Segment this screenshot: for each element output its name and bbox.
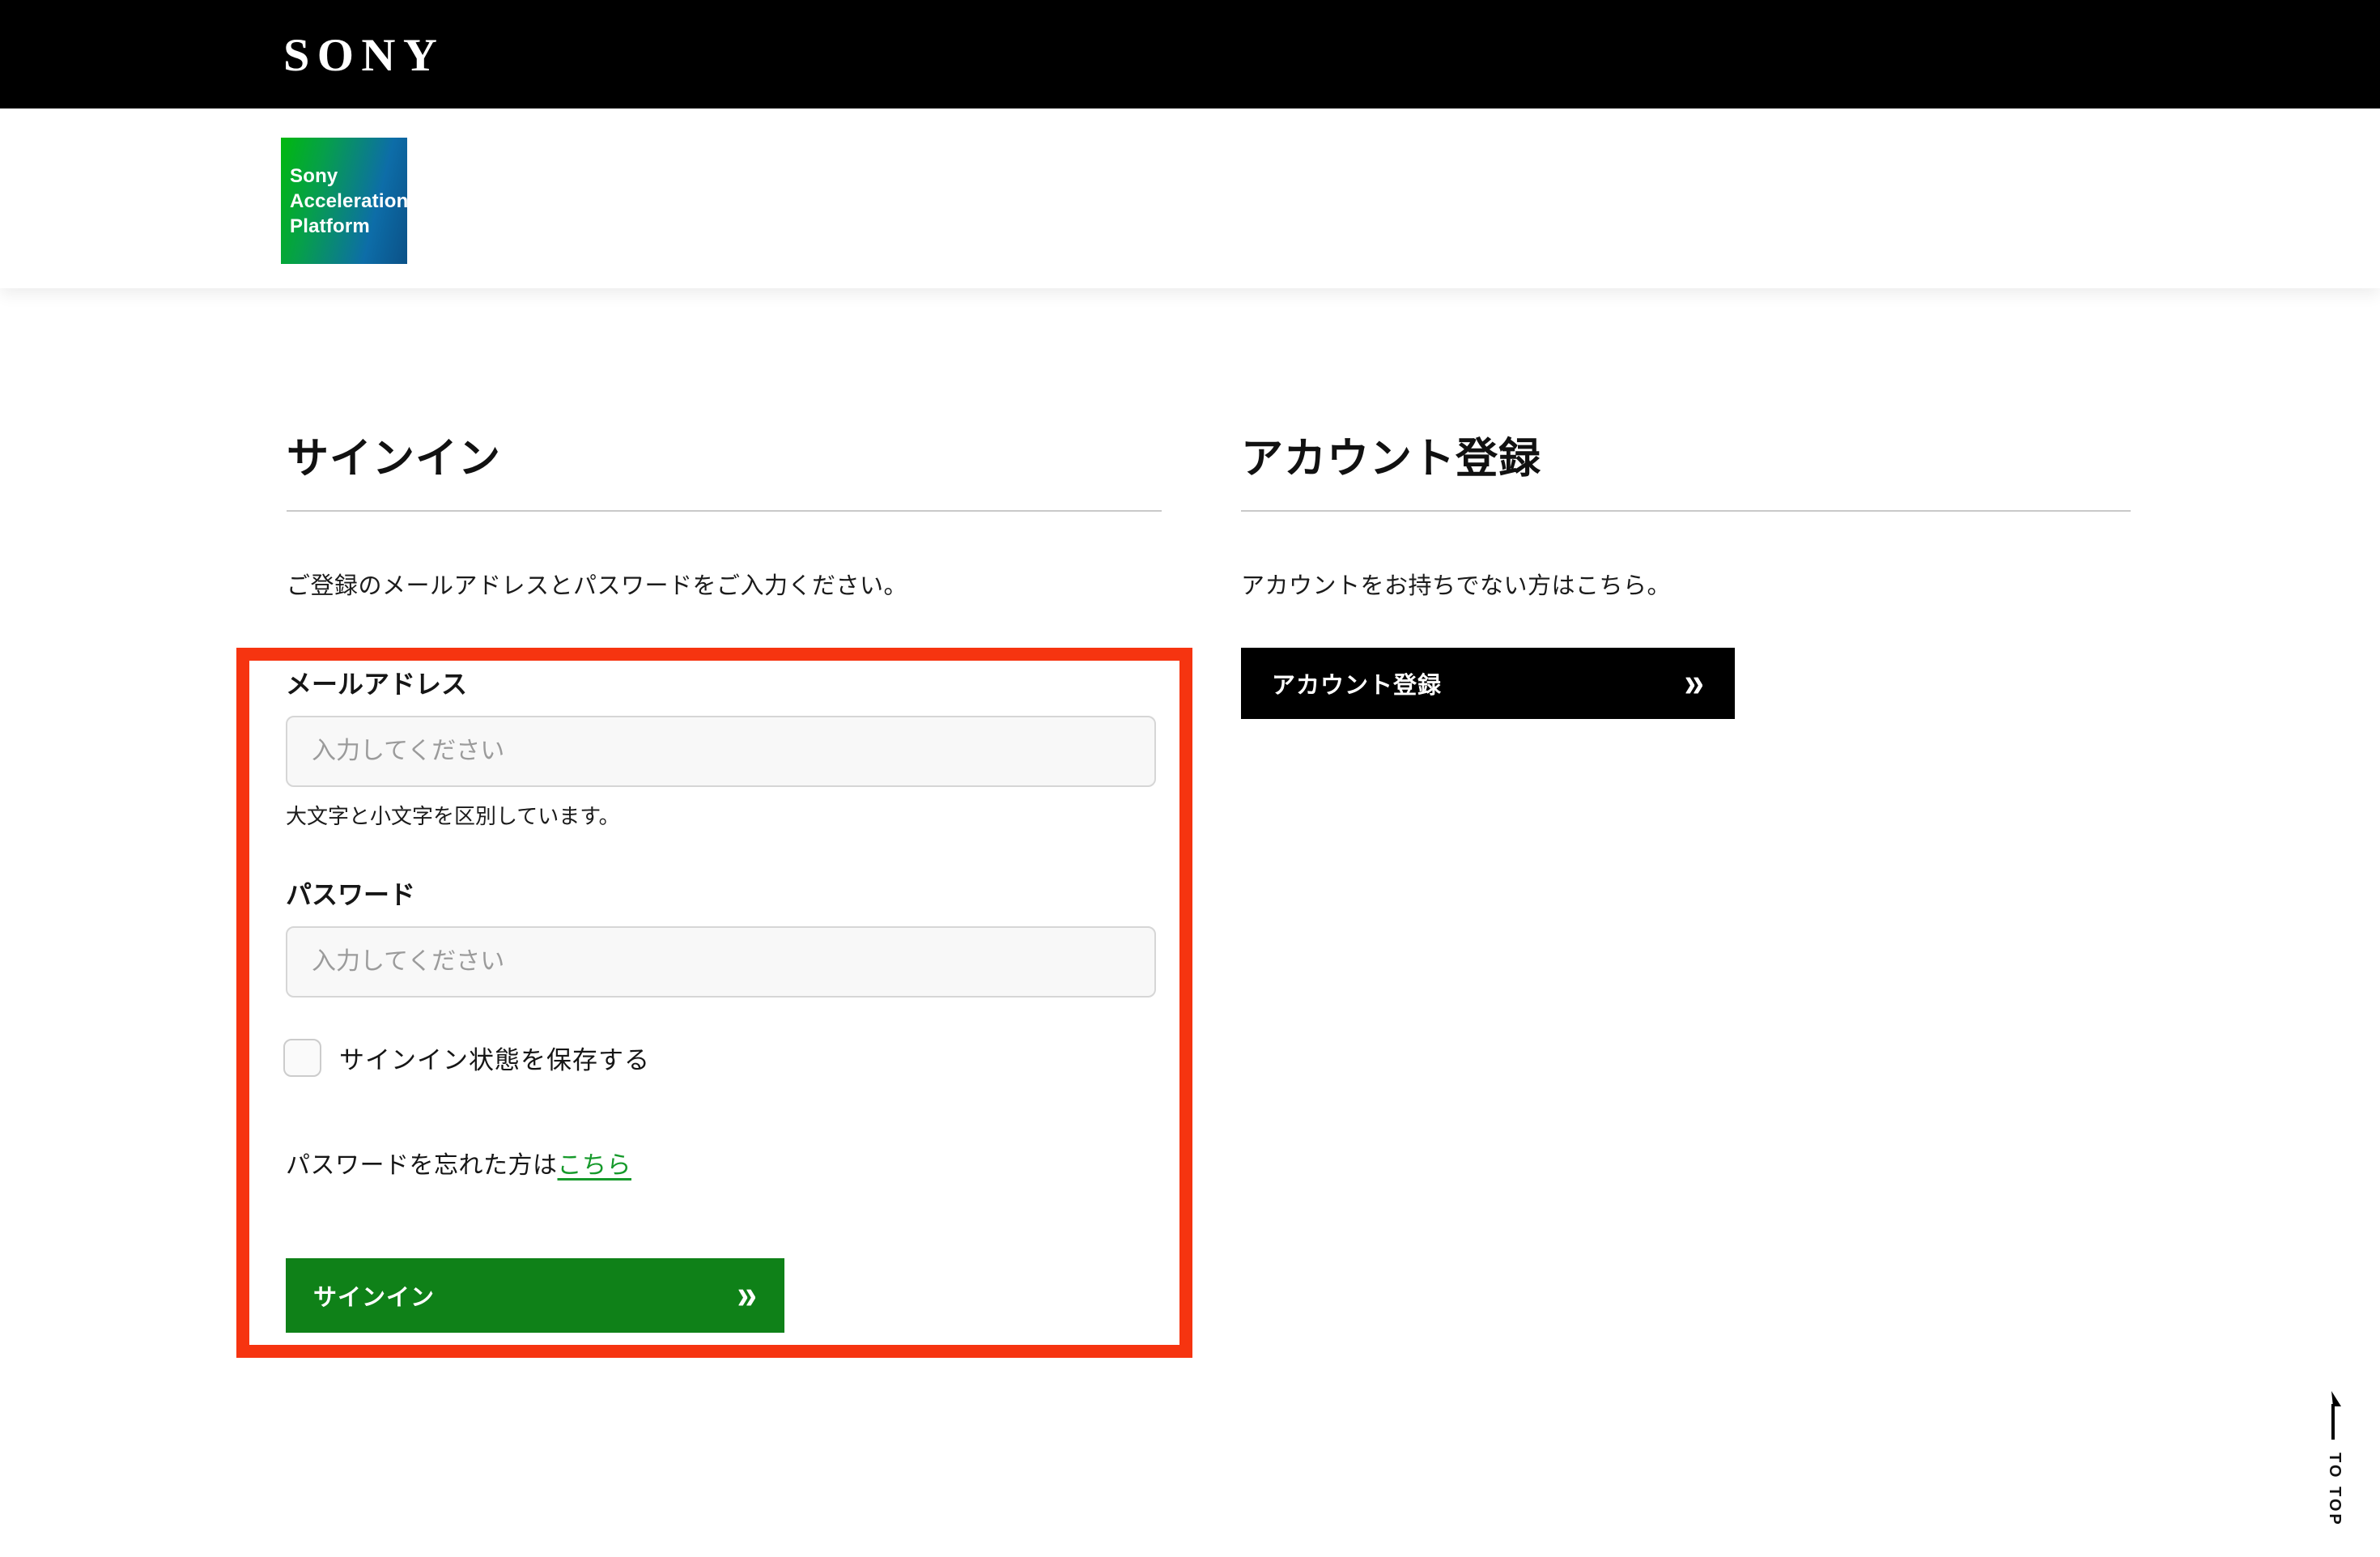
- password-field[interactable]: [286, 926, 1156, 998]
- register-button-label: アカウント登録: [1272, 666, 1442, 700]
- to-top-label: TO TOP: [2325, 1453, 2344, 1527]
- signin-button-label: サインイン: [313, 1278, 435, 1312]
- email-field[interactable]: [286, 716, 1156, 787]
- remember-me-row: サインイン状態を保存する: [283, 1039, 650, 1077]
- signin-intro: ご登録のメールアドレスとパスワードをご入力ください。: [287, 567, 907, 601]
- double-chevron-right-icon: »: [1685, 663, 1704, 704]
- up-arrow-icon: [2323, 1389, 2348, 1443]
- email-label: メールアドレス: [286, 664, 467, 701]
- signin-button[interactable]: サインイン »: [286, 1258, 784, 1333]
- register-intro: アカウントをお持ちでない方はこちら。: [1241, 567, 1671, 601]
- signin-form-highlight-box: メールアドレス 大文字と小文字を区別しています。 パスワード サインイン状態を保…: [236, 648, 1192, 1358]
- sony-acceleration-platform-logo[interactable]: Sony Acceleration Platform: [281, 138, 407, 264]
- signin-divider: [287, 510, 1162, 512]
- logo-line-3: Platform: [290, 214, 407, 239]
- forgot-password-row: パスワードを忘れた方はこちら: [286, 1145, 631, 1181]
- register-button[interactable]: アカウント登録 »: [1241, 648, 1735, 719]
- to-top-control[interactable]: TO TOP: [2317, 1389, 2354, 1535]
- logo-line-1: Sony: [290, 164, 407, 189]
- register-title: アカウント登録: [1241, 424, 1541, 485]
- remember-me-label: サインイン状態を保存する: [339, 1040, 650, 1076]
- email-case-note: 大文字と小文字を区別しています。: [286, 800, 620, 830]
- forgot-password-text: パスワードを忘れた方は: [286, 1152, 558, 1179]
- double-chevron-right-icon: »: [737, 1275, 757, 1317]
- signin-page: SONY Sony Acceleration Platform サインイン ご登…: [0, 0, 2380, 1557]
- top-bar: SONY: [0, 0, 2380, 108]
- password-label: パスワード: [286, 874, 415, 912]
- remember-me-checkbox[interactable]: [283, 1039, 321, 1077]
- sony-logo[interactable]: SONY: [283, 29, 444, 82]
- signin-title: サインイン: [287, 424, 501, 485]
- site-header: Sony Acceleration Platform: [0, 108, 2380, 288]
- forgot-password-link[interactable]: こちら: [558, 1152, 632, 1179]
- register-divider: [1241, 510, 2131, 512]
- logo-line-2: Acceleration: [290, 189, 407, 214]
